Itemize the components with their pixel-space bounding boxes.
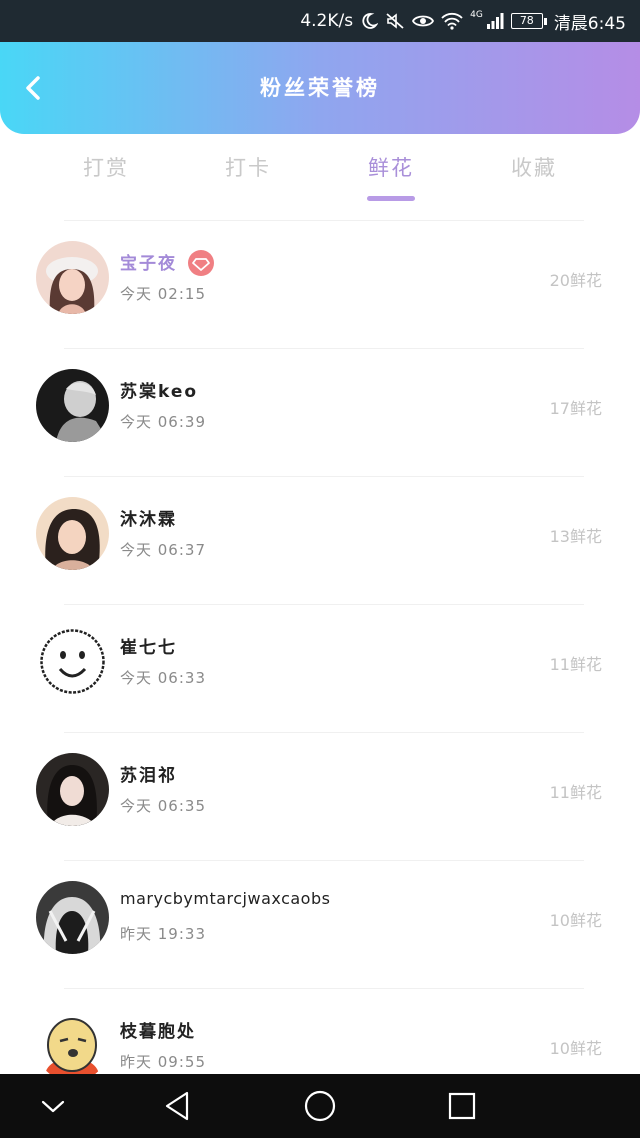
list-item[interactable]: 苏泪祁 今天 06:35 11鲜花 — [0, 733, 640, 861]
status-bar: 4.2K/s 4G 78 清晨6:45 — [0, 0, 640, 42]
fan-time: 今天 06:37 — [120, 541, 206, 559]
tab-reward[interactable]: 打赏 — [46, 152, 166, 204]
active-tab-indicator — [367, 196, 415, 201]
flower-count: 11鲜花 — [549, 783, 602, 802]
signal-icon — [486, 12, 504, 30]
fan-time: 今天 06:39 — [120, 413, 206, 431]
fan-name: 沐沐霖 — [120, 510, 177, 530]
network-type: 4G — [470, 9, 483, 20]
tab-label: 打赏 — [83, 156, 129, 180]
avatar[interactable] — [36, 497, 109, 570]
moon-icon — [360, 12, 379, 30]
tab-favorites[interactable]: 收藏 — [474, 152, 594, 204]
nav-home-button[interactable] — [302, 1088, 338, 1124]
recents-square-icon — [448, 1092, 476, 1120]
tab-checkin[interactable]: 打卡 — [188, 152, 308, 204]
fan-time: 今天 06:35 — [120, 797, 206, 815]
home-circle-icon — [304, 1090, 336, 1122]
tab-label: 打卡 — [225, 156, 271, 180]
fan-time: 昨天 19:33 — [120, 925, 206, 943]
diamond-icon — [188, 250, 214, 276]
flower-count: 17鲜花 — [549, 399, 602, 418]
avatar[interactable] — [36, 625, 109, 698]
fan-name: 宝子夜 — [120, 254, 177, 274]
battery-level: 78 — [510, 13, 543, 29]
list-item[interactable]: 宝子夜 今天 02:15 20鲜花 — [0, 221, 640, 349]
nav-recents-button[interactable] — [444, 1088, 480, 1124]
chevron-down-icon — [41, 1100, 65, 1113]
flower-count: 10鲜花 — [549, 1039, 602, 1058]
network-speed: 4.2K/s — [300, 11, 354, 31]
fan-time: 今天 02:15 — [120, 285, 206, 303]
status-icons: 4.2K/s 4G 78 清晨6:45 — [300, 0, 626, 42]
avatar[interactable] — [36, 881, 109, 954]
fan-name: 苏棠keo — [120, 382, 199, 402]
flower-count: 20鲜花 — [549, 271, 602, 290]
fan-name: 苏泪祁 — [120, 766, 177, 786]
fan-name: 崔七七 — [120, 638, 177, 658]
tab-flowers[interactable]: 鲜花 — [331, 152, 451, 204]
eye-icon — [412, 13, 435, 29]
list-item[interactable]: 沐沐霖 今天 06:37 13鲜花 — [0, 477, 640, 605]
fan-time: 昨天 09:55 — [120, 1053, 206, 1071]
mute-icon — [385, 12, 405, 30]
page-title: 粉丝荣誉榜 — [260, 76, 380, 100]
tab-label: 鲜花 — [368, 156, 414, 180]
avatar[interactable] — [36, 1009, 109, 1082]
battery-icon: 78 — [510, 13, 547, 29]
nav-back-button[interactable] — [160, 1088, 196, 1124]
header-bar: 粉丝荣誉榜 — [0, 42, 640, 134]
flower-count: 10鲜花 — [549, 911, 602, 930]
flower-count: 11鲜花 — [549, 655, 602, 674]
list-item[interactable]: 苏棠keo 今天 06:39 17鲜花 — [0, 349, 640, 477]
fan-time: 今天 06:33 — [120, 669, 206, 687]
system-nav-bar — [0, 1074, 640, 1138]
fan-name: marycbymtarcjwaxcaobs — [120, 889, 331, 908]
nav-collapse-button[interactable] — [35, 1088, 71, 1124]
back-triangle-icon — [165, 1091, 189, 1121]
flower-count: 13鲜花 — [549, 527, 602, 546]
avatar[interactable] — [36, 241, 109, 314]
list-item[interactable]: 崔七七 今天 06:33 11鲜花 — [0, 605, 640, 733]
wifi-icon — [441, 12, 463, 30]
fan-name: 枝暮胞处 — [120, 1022, 196, 1042]
clock: 清晨6:45 — [553, 13, 626, 34]
tab-label: 收藏 — [511, 156, 557, 180]
avatar[interactable] — [36, 753, 109, 826]
avatar[interactable] — [36, 369, 109, 442]
tab-bar: 打赏 打卡 鲜花 收藏 — [0, 134, 640, 216]
list-item[interactable]: marycbymtarcjwaxcaobs 昨天 19:33 10鲜花 — [0, 861, 640, 989]
